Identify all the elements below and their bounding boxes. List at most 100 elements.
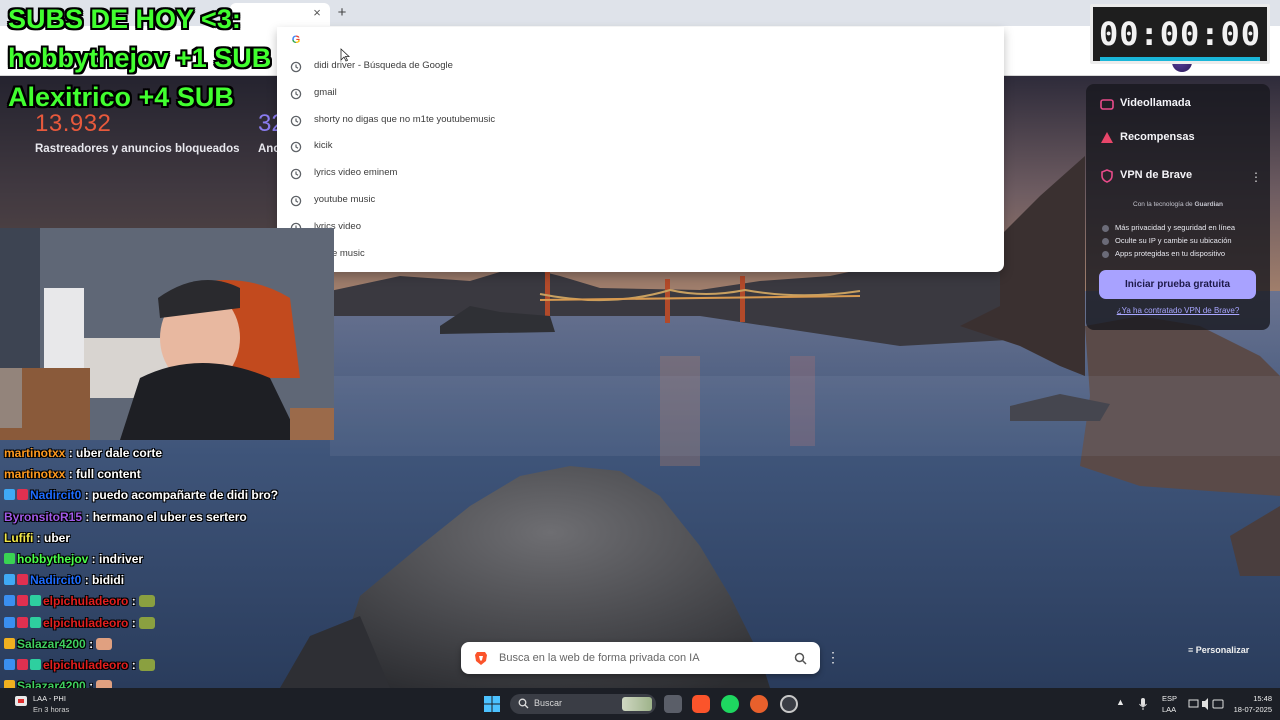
search-input[interactable] [499, 649, 789, 667]
brave-widget-panel: Videollamada Recompensas VPN de Brave ⋮ … [1086, 84, 1270, 330]
weather-title[interactable]: LAA - PHI [33, 694, 66, 703]
chat-username[interactable]: Lufifi [4, 531, 33, 545]
omnibox-suggestion[interactable]: kicik [277, 134, 1004, 160]
chat-separator: : [81, 573, 93, 588]
mouse-cursor-icon [340, 48, 350, 62]
tray-overflow-chevron-icon[interactable]: ▲ [1116, 697, 1126, 709]
rewards-label: Recompensas [1120, 131, 1195, 143]
history-clock-icon [290, 195, 302, 207]
search-icon [518, 698, 529, 709]
omnibox-suggestion[interactable]: shorty no digas que no m1te youtubemusic [277, 108, 1004, 134]
google-icon: G [291, 34, 301, 46]
search-more-button[interactable]: ⋮ [826, 648, 840, 668]
chat-separator: : [128, 615, 140, 630]
brave-lion-icon [475, 652, 487, 665]
new-tab-button[interactable]: + [334, 4, 350, 22]
vpn-feature: Más privacidad y seguridad en línea [1102, 223, 1235, 232]
weather-subtitle[interactable]: En 3 horas [33, 705, 69, 714]
already-subscribed-link[interactable]: ¿Ya ha contratado VPN de Brave? [1086, 306, 1270, 315]
customize-button[interactable]: ≡ Personalizar [1188, 645, 1249, 655]
guardian-logo: Guardian [1194, 201, 1223, 208]
timer-value: 00:00:00 [1098, 15, 1262, 53]
omnibox-suggestion[interactable]: didi driver - Búsqueda de Google [277, 54, 1004, 80]
steam-icon[interactable] [780, 695, 798, 713]
chat-message: Salazar4200 : [4, 637, 113, 657]
spotify-icon[interactable] [721, 695, 739, 713]
sliders-icon: ≡ [1188, 645, 1196, 655]
network-volume-icons[interactable] [1188, 698, 1224, 710]
suggestion-text: gmail [314, 86, 337, 98]
chat-username[interactable]: Nadircit0 [30, 573, 81, 587]
trackers-label: Rastreadores y anuncios bloqueados [35, 143, 240, 155]
history-clock-icon [290, 61, 302, 73]
powered-by-text: Con la tecnología de [1133, 201, 1193, 208]
search-bar[interactable] [461, 642, 820, 674]
chat-username[interactable]: martinotxx [4, 446, 65, 460]
chat-username[interactable]: ByronsitoR15 [4, 510, 82, 524]
task-view-icon[interactable] [664, 695, 682, 713]
firefox-icon[interactable] [750, 695, 768, 713]
brave-browser-icon[interactable] [692, 695, 710, 713]
suggestion-text: kicik [314, 140, 333, 152]
sub-entry: hobbythejov +1 SUB [8, 43, 272, 73]
chat-text: hermano el uber es sertero [92, 509, 247, 524]
chat-username[interactable]: elpichuladeoro [43, 658, 128, 672]
chat-emote-icon [139, 616, 156, 629]
suggestion-text: youtube music [314, 194, 376, 205]
chat-username[interactable]: Nadircit0 [30, 488, 81, 502]
chat-message: elpichuladeoro : [4, 658, 156, 678]
vpn-menu-button[interactable]: ⋮ [1250, 170, 1262, 184]
chat-separator: : [88, 552, 100, 566]
check-icon [1102, 250, 1109, 258]
chat-badge-icon [17, 616, 28, 628]
chat-separator: : [128, 658, 140, 672]
chat-message: Nadircit0 : bididi [4, 573, 124, 593]
taskbar-search[interactable]: Buscar [510, 694, 656, 714]
clock-date[interactable]: 18-07-2025 [1220, 705, 1272, 714]
omnibox-suggestion[interactable]: gmail [277, 81, 1004, 107]
webcam-feed [0, 228, 334, 440]
language-indicator[interactable]: ESP [1162, 694, 1177, 703]
timer-progress-bar [1100, 57, 1260, 61]
search-icon[interactable] [794, 652, 807, 665]
chat-emote-icon [139, 659, 156, 671]
history-clock-icon [290, 115, 302, 126]
history-clock-icon [290, 88, 302, 100]
suggestion-text: didi driver - Búsqueda de Google [314, 60, 453, 71]
customize-label: Personalizar [1195, 645, 1250, 655]
keyboard-layout-indicator[interactable]: LAA [1162, 705, 1176, 714]
chat-badge-icon [30, 659, 41, 670]
chat-username[interactable]: elpichuladeoro [43, 594, 128, 608]
tab-close-button[interactable]: × [310, 5, 324, 21]
windows-start-icon[interactable] [484, 696, 500, 712]
chat-message: ByronsitoR15 : hermano el uber es serter… [4, 510, 247, 530]
chat-separator: : [33, 530, 44, 545]
clock-time[interactable]: 15:48 [1232, 694, 1272, 703]
chat-badge-icon [4, 595, 15, 607]
chat-username[interactable]: martinotxx [4, 467, 65, 481]
chat-username[interactable]: Salazar4200 [17, 637, 86, 651]
chat-emote-icon [139, 595, 156, 608]
omnibox-suggestion[interactable]: youtube music [277, 188, 1004, 214]
chat-separator: : [128, 594, 140, 609]
chat-emote-icon [96, 637, 113, 650]
omnibox-suggestion[interactable]: lyrics video [277, 215, 1004, 241]
omnibox-dropdown: G didi driver - Búsqueda de Google gmail s… [277, 27, 1004, 272]
microphone-icon[interactable] [1138, 697, 1148, 711]
vpn-feature: Apps protegidas en tu dispositivo [1102, 249, 1225, 258]
chat-badge-icon [17, 595, 28, 607]
chat-separator: : [65, 446, 77, 460]
omnibox-suggestion[interactable]: lyrics video eminem [277, 161, 1004, 187]
chat-message: Lufifi : uber [4, 531, 70, 551]
chat-message: Nadircit0 : puedo acompañarte de didi br… [4, 488, 278, 508]
vpn-powered-by: Con la tecnología de Guardian [1086, 201, 1270, 208]
chat-username[interactable]: hobbythejov [17, 552, 88, 566]
vpn-label: VPN de Brave [1120, 169, 1193, 181]
chat-badge-icon [4, 553, 15, 564]
chat-username[interactable]: elpichuladeoro [43, 616, 128, 630]
weather-icon[interactable] [13, 694, 29, 708]
omnibox-suggestion[interactable]: apple music [277, 242, 1004, 268]
chat-badge-icon [17, 659, 28, 670]
check-icon [1102, 224, 1109, 232]
start-trial-button[interactable]: Iniciar prueba gratuita [1099, 270, 1256, 299]
